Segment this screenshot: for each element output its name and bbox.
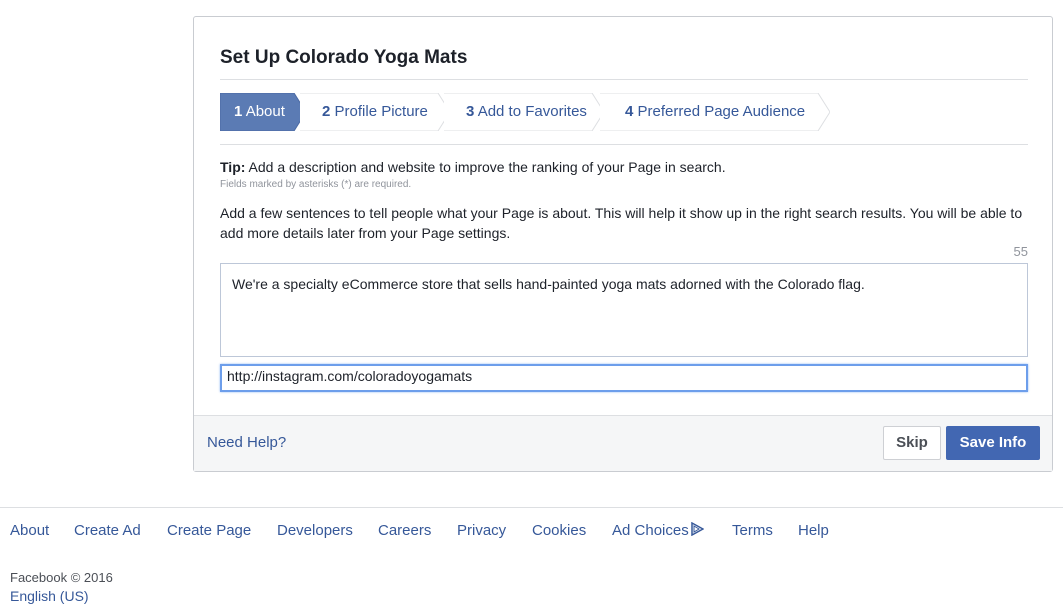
step-tab-about[interactable]: 1 About <box>220 93 306 131</box>
tip-message: Add a description and website to improve… <box>248 159 726 175</box>
step-label: Profile Picture <box>334 103 428 120</box>
footer-link-create-ad[interactable]: Create Ad <box>74 522 141 539</box>
footer-link-terms[interactable]: Terms <box>732 522 773 539</box>
step-label: Preferred Page Audience <box>637 103 806 120</box>
step-number: 3 <box>466 103 475 120</box>
tip-label: Tip: <box>220 159 246 175</box>
skip-button[interactable]: Skip <box>883 426 941 460</box>
dialog-title: Set Up Colorado Yoga Mats <box>220 47 468 68</box>
footer-link-about[interactable]: About <box>10 522 49 539</box>
step-tab-preferred-page-audience[interactable]: 4 Preferred Page Audience <box>600 93 830 131</box>
step-label: Add to Favorites <box>477 103 587 120</box>
step-number: 4 <box>625 103 634 120</box>
steps-divider <box>220 144 1028 145</box>
footer-link-ad-choices[interactable]: Ad Choices <box>612 522 704 539</box>
website-input[interactable]: http://instagram.com/coloradoyogamats <box>220 364 1028 392</box>
footer-link-create-page[interactable]: Create Page <box>167 522 251 539</box>
dialog-footer: Need Help? Skip Save Info <box>194 415 1052 471</box>
character-counter: 55 <box>1013 244 1028 259</box>
step-number: 1 <box>234 103 243 120</box>
required-fields-note: Fields marked by asterisks (*) are requi… <box>220 179 412 190</box>
footer-link-privacy[interactable]: Privacy <box>457 522 506 539</box>
copyright-text: Facebook © 2016 <box>10 570 113 585</box>
about-textarea[interactable]: We're a specialty eCommerce store that s… <box>220 263 1028 357</box>
save-info-button[interactable]: Save Info <box>946 426 1040 460</box>
footer-link-cookies[interactable]: Cookies <box>532 522 586 539</box>
step-tabs: 1 About 2 Profile Picture 3 Add to Favor… <box>220 93 1028 131</box>
page-description-help: Add a few sentences to tell people what … <box>220 205 1023 241</box>
step-label: About <box>245 103 285 120</box>
step-number: 2 <box>322 103 331 120</box>
footer-divider <box>0 507 1063 508</box>
tip-text: Tip: Add a description and website to im… <box>220 159 726 175</box>
step-tab-profile-picture[interactable]: 2 Profile Picture <box>300 93 450 131</box>
step-tab-add-to-favorites[interactable]: 3 Add to Favorites <box>444 93 604 131</box>
setup-dialog: Set Up Colorado Yoga Mats 1 About 2 Prof… <box>193 16 1053 472</box>
ad-choices-label: Ad Choices <box>612 522 689 539</box>
footer-link-developers[interactable]: Developers <box>277 522 353 539</box>
footer-link-careers[interactable]: Careers <box>378 522 431 539</box>
ad-choices-triangle-icon <box>690 522 704 536</box>
language-link[interactable]: English (US) <box>10 588 89 604</box>
title-divider <box>220 79 1028 80</box>
need-help-link[interactable]: Need Help? <box>207 434 286 451</box>
footer-link-help[interactable]: Help <box>798 522 829 539</box>
